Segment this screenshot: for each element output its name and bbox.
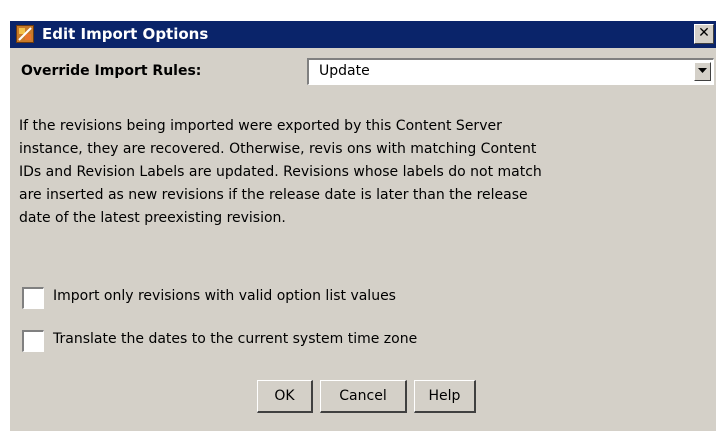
override-import-rules-label: Override Import Rules: [21,63,202,79]
help-button[interactable]: Help [414,380,476,413]
description-line: IDs and Revision Labels are updated. Rev… [19,164,542,180]
description-line: are inserted as new revisions if the rel… [19,187,528,203]
import-rule-description: If the revisions being imported were exp… [19,115,699,230]
description-line: instance, they are recovered. Otherwise,… [19,141,537,157]
description-line: date of the latest preexisting revision. [19,210,286,226]
edit-import-options-dialog: Edit Import Options ✕ Override Import Ru… [10,21,716,431]
valid-option-values-checkbox[interactable] [22,287,44,309]
override-import-rules-select[interactable]: Update [307,58,714,85]
translate-dates-label[interactable]: Translate the dates to the current syste… [53,331,417,347]
override-import-rules-value: Update [319,63,370,79]
ok-button[interactable]: OK [257,380,313,413]
dropdown-arrow-icon[interactable] [694,62,711,81]
valid-option-values-label[interactable]: Import only revisions with valid option … [53,288,396,304]
window-title: Edit Import Options [42,25,209,43]
cancel-button[interactable]: Cancel [320,380,407,413]
app-icon [16,25,34,43]
close-icon[interactable]: ✕ [694,24,714,44]
description-line: If the revisions being imported were exp… [19,118,502,134]
translate-dates-checkbox[interactable] [22,330,44,352]
title-bar[interactable]: Edit Import Options ✕ [10,21,716,48]
